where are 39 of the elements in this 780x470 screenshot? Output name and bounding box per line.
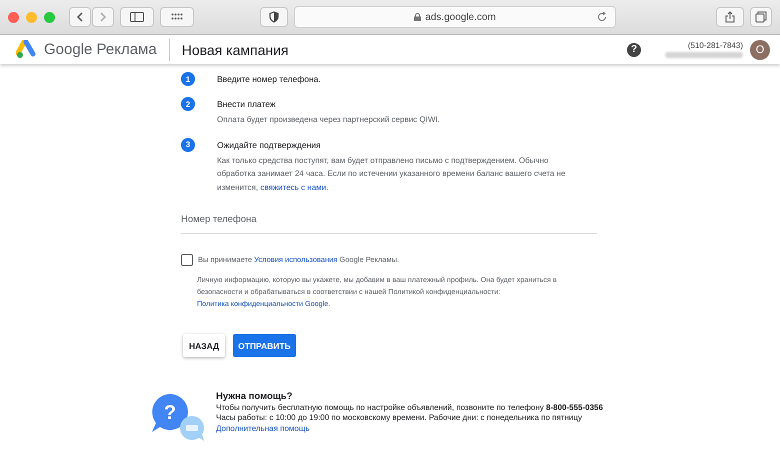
step-number: 2 <box>181 97 195 111</box>
help-hours-text: Часы работы: с 10:00 до 19:00 по московскому времени. Рабочие дни: с понедельника по пятницу <box>216 413 583 424</box>
step-description: Как только средства поступят, вам будет отправлено письмо с подтверждением. Обычно обработка занимает 24 часа. Если по истечении указанного времени баланс вашего счета не изменится, свяжитесь с нами. <box>217 154 566 194</box>
tabs-button[interactable] <box>750 7 772 27</box>
avatar-button[interactable]: O <box>750 40 770 60</box>
submit-button[interactable]: ОТПРАВИТЬ <box>233 334 296 357</box>
phone-input-field[interactable]: Номер телефона <box>181 214 597 234</box>
step-number: 1 <box>181 72 195 86</box>
help-title: Нужна помощь? <box>216 392 294 402</box>
contact-link[interactable]: свяжитесь с нами <box>260 182 326 192</box>
account-phone: (510-281-7843) <box>688 41 743 50</box>
tabs-icon <box>755 11 767 23</box>
sidebar-button[interactable] <box>120 7 154 27</box>
terms-checkbox[interactable] <box>181 254 193 266</box>
page-title: Новая кампания <box>182 42 288 58</box>
chevron-right-icon <box>99 12 107 22</box>
grid-icon <box>171 13 183 21</box>
step-number: 3 <box>181 138 195 152</box>
help-button[interactable]: ? <box>627 42 641 56</box>
back-button[interactable]: НАЗАД <box>183 334 226 357</box>
step-description: Оплата будет произведена через партнерский сервис QIWI. <box>217 114 441 126</box>
share-icon <box>725 11 735 23</box>
sidebar-icon <box>130 12 144 22</box>
step-title: Внести платеж <box>217 99 277 109</box>
chevron-left-icon <box>76 12 84 22</box>
shield-icon <box>269 11 279 23</box>
lock-icon <box>414 13 422 21</box>
step-title: Введите номер телефона. <box>217 74 321 84</box>
help-phone-text: Чтобы получить бесплатную помощь по настройке объявлений, позвоните по телефону 8-800-555-0356 <box>216 402 603 413</box>
step-title: Ожидайте подтверждения <box>217 140 322 150</box>
back-button[interactable] <box>69 7 91 27</box>
reload-icon[interactable] <box>597 12 607 22</box>
more-help-link[interactable]: Дополнительная помощь <box>216 424 603 434</box>
brand-name: Google Реклама <box>44 41 157 58</box>
privacy-button[interactable] <box>260 7 288 27</box>
grid-button[interactable] <box>160 7 194 27</box>
google-ads-logo-icon <box>16 40 38 60</box>
address-bar[interactable]: ads.google.com <box>294 6 616 28</box>
share-button[interactable] <box>716 7 744 27</box>
